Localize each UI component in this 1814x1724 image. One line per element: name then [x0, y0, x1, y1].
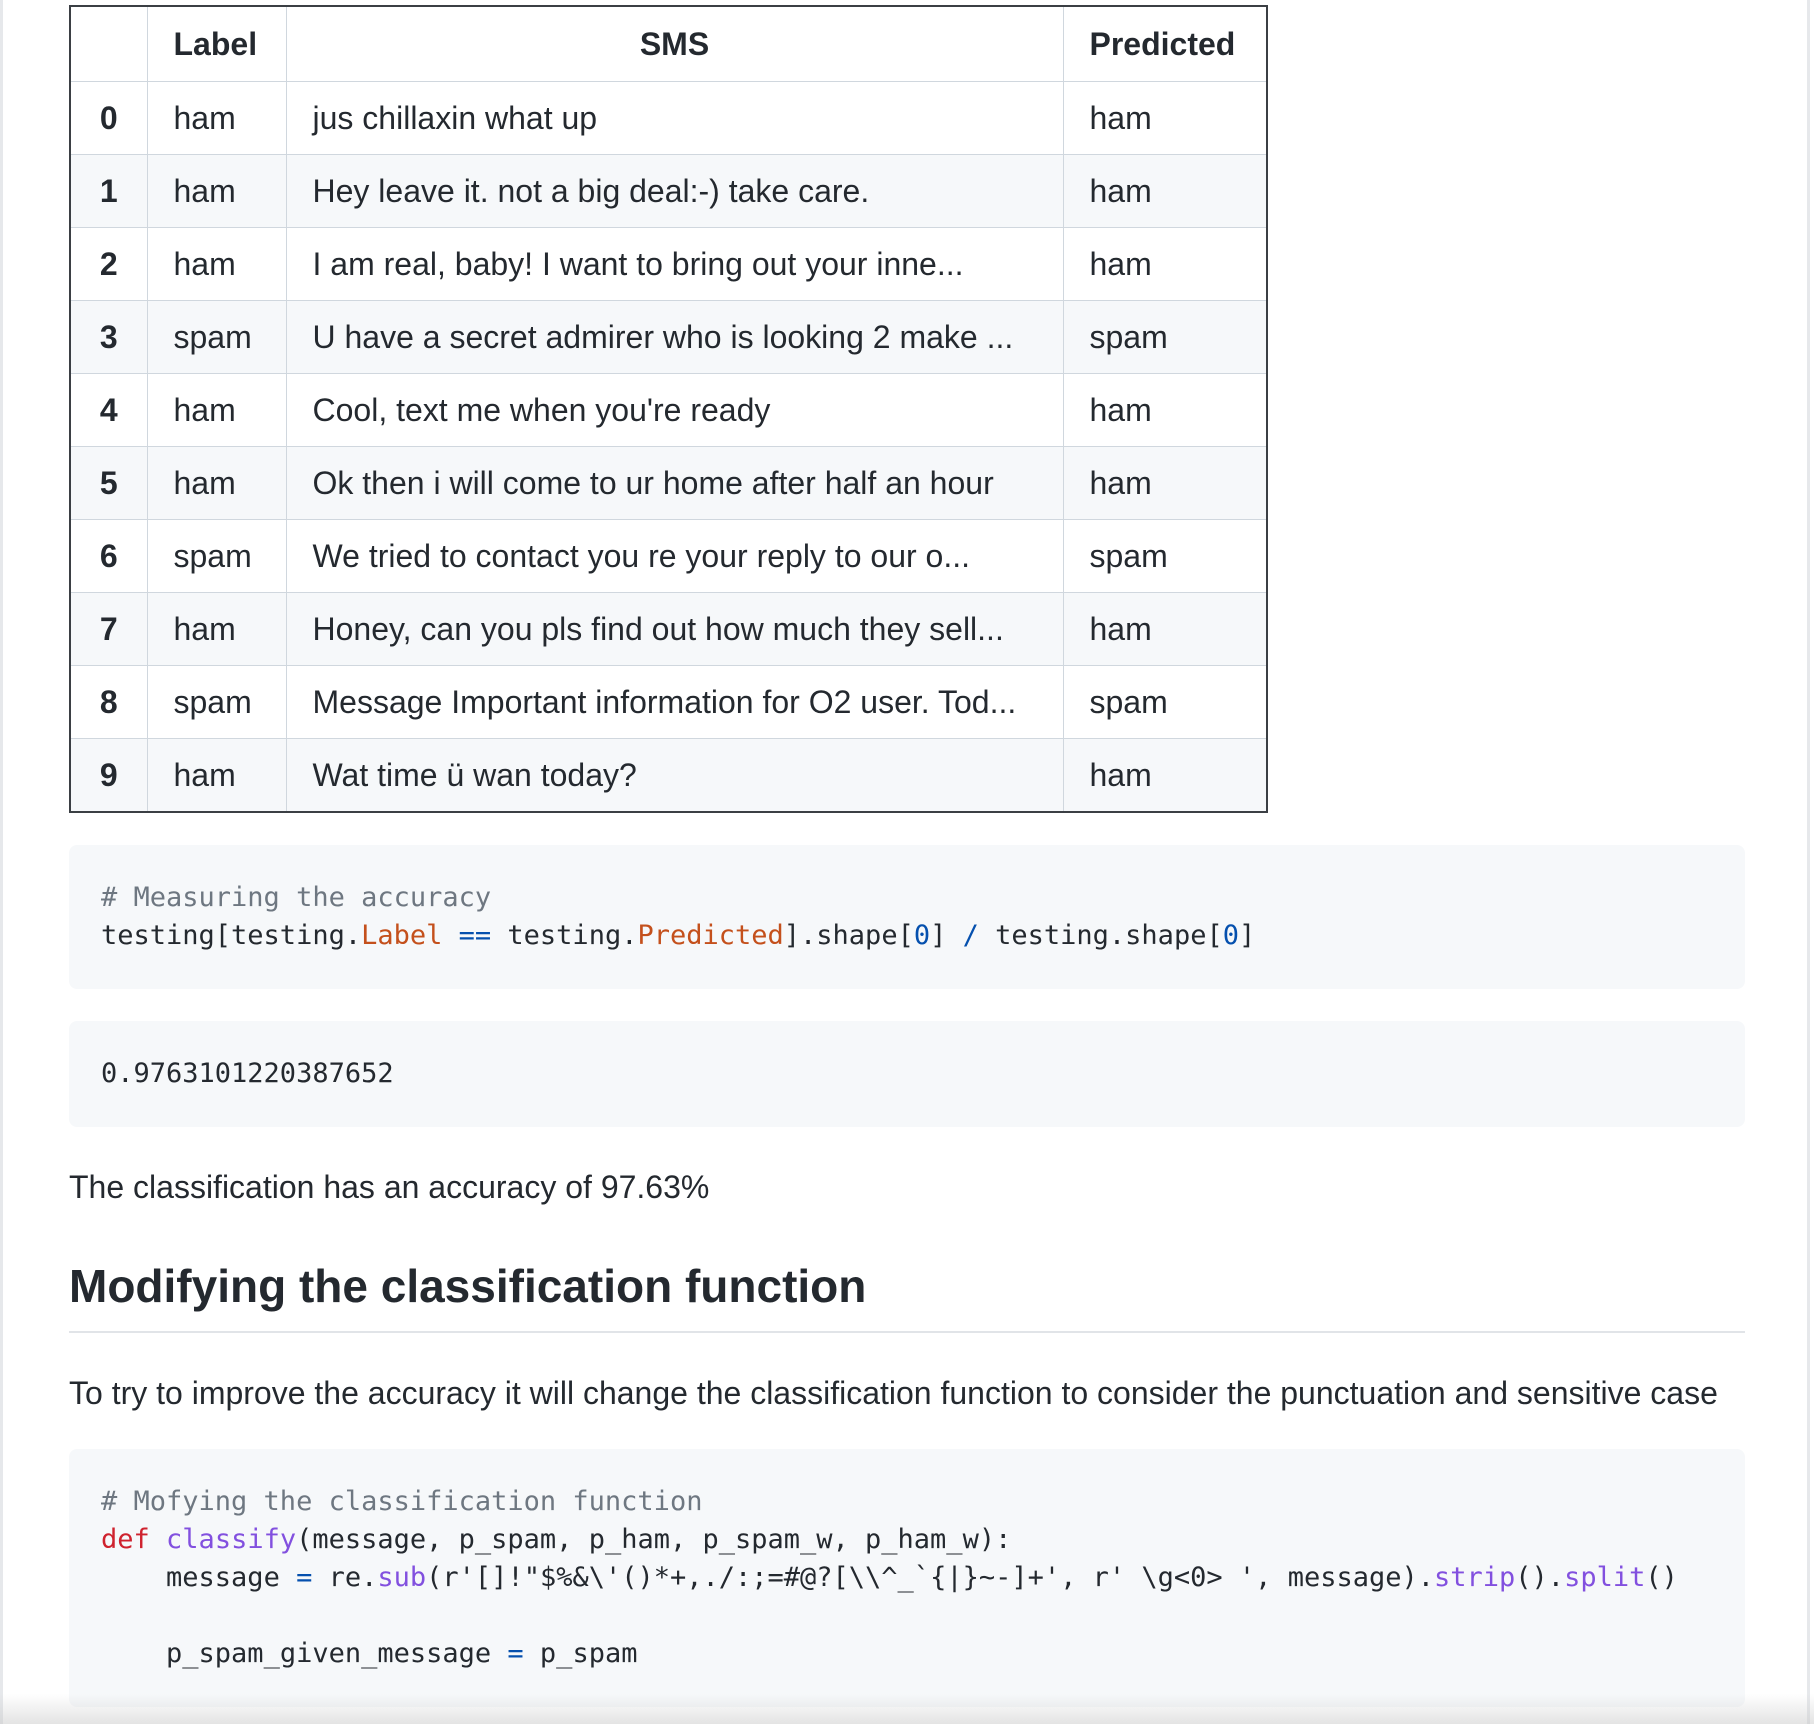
sms-cell: Ok then i will come to ur home after hal…	[285, 446, 1064, 520]
table-row: 3 spam U have a secret admirer who is look…	[69, 300, 1268, 374]
section-heading: Modifying the classification function	[69, 1257, 1745, 1333]
label-cell: spam	[146, 665, 287, 739]
predicted-cell: ham	[1062, 738, 1268, 813]
predicted-cell: spam	[1062, 665, 1268, 739]
predicted-cell: ham	[1062, 227, 1268, 301]
row-index: 5	[69, 446, 148, 520]
code-block-classify: # Mofying the classification function de…	[69, 1449, 1745, 1707]
header-index	[69, 5, 148, 82]
sms-cell: U have a secret admirer who is looking 2…	[285, 300, 1064, 374]
sms-cell: Cool, text me when you're ready	[285, 373, 1064, 447]
output-block: 0.9763101220387652	[69, 1021, 1745, 1127]
sms-cell: Hey leave it. not a big deal:-) take car…	[285, 154, 1064, 228]
label-cell: ham	[146, 446, 287, 520]
code-comment: # Measuring the accuracy	[101, 882, 492, 913]
table-row: 1 ham Hey leave it. not a big deal:-) take…	[69, 154, 1268, 228]
table-row: 7 ham Honey, can you pls find out how much…	[69, 592, 1268, 666]
code-line-assign: p_spam_given_message = p_spam	[166, 1638, 638, 1669]
sms-cell: Wat time ü wan today?	[285, 738, 1064, 813]
row-index: 6	[69, 519, 148, 593]
predicted-cell: ham	[1062, 154, 1268, 228]
predicted-cell: spam	[1062, 300, 1268, 374]
code-line: testing[testing.Label == testing.Predict…	[101, 920, 1256, 951]
table-row: 0 ham jus chillaxin what up ham	[69, 81, 1268, 155]
row-index: 4	[69, 373, 148, 447]
table-row: 6 spam We tried to contact you re your rep…	[69, 519, 1268, 593]
code-line-sub: message = re.sub(r'[]!"$%&\'()*+,./:;=#@…	[166, 1562, 1678, 1593]
output-value: 0.9763101220387652	[101, 1058, 394, 1089]
predicted-cell: ham	[1062, 81, 1268, 155]
left-border	[0, 0, 3, 1724]
header-sms: SMS	[285, 5, 1064, 82]
notebook-content: Label SMS Predicted 0 ham jus chillaxin wh…	[69, 5, 1745, 1707]
label-cell: ham	[146, 81, 287, 155]
row-index: 9	[69, 738, 148, 813]
table-row: 9 ham Wat time ü wan today? ham	[69, 738, 1268, 813]
header-label: Label	[146, 5, 287, 82]
predicted-cell: ham	[1062, 592, 1268, 666]
header-predicted: Predicted	[1062, 5, 1268, 82]
sms-cell: I am real, baby! I want to bring out you…	[285, 227, 1064, 301]
table-row: 8 spam Message Important information for O…	[69, 665, 1268, 739]
bottom-fade	[0, 1694, 1814, 1724]
predicted-cell: ham	[1062, 446, 1268, 520]
label-cell: ham	[146, 227, 287, 301]
table-row: 5 ham Ok then i will come to ur home after…	[69, 446, 1268, 520]
sms-cell: Message Important information for O2 use…	[285, 665, 1064, 739]
code-comment: # Mofying the classification function	[101, 1486, 703, 1517]
label-cell: ham	[146, 154, 287, 228]
row-index: 3	[69, 300, 148, 374]
sms-cell: jus chillaxin what up	[285, 81, 1064, 155]
row-index: 7	[69, 592, 148, 666]
sms-cell: We tried to contact you re your reply to…	[285, 519, 1064, 593]
table-row: 2 ham I am real, baby! I want to bring out…	[69, 227, 1268, 301]
scrollbar-track[interactable]	[1807, 0, 1810, 1724]
label-cell: ham	[146, 738, 287, 813]
dataframe-table: Label SMS Predicted 0 ham jus chillaxin wh…	[69, 5, 1268, 813]
accuracy-paragraph: The classification has an accuracy of 97…	[69, 1169, 710, 1205]
code-line-def: def classify(message, p_spam, p_ham, p_s…	[101, 1524, 1012, 1555]
code-block-accuracy: # Measuring the accuracy testing[testing…	[69, 845, 1745, 989]
description-paragraph: To try to improve the accuracy it will c…	[69, 1375, 1718, 1411]
label-cell: spam	[146, 300, 287, 374]
table-header-row: Label SMS Predicted	[69, 5, 1268, 82]
label-cell: ham	[146, 373, 287, 447]
row-index: 2	[69, 227, 148, 301]
table-row: 4 ham Cool, text me when you're ready ham	[69, 373, 1268, 447]
label-cell: spam	[146, 519, 287, 593]
predicted-cell: ham	[1062, 373, 1268, 447]
predicted-cell: spam	[1062, 519, 1268, 593]
sms-cell: Honey, can you pls find out how much the…	[285, 592, 1064, 666]
row-index: 0	[69, 81, 148, 155]
row-index: 8	[69, 665, 148, 739]
row-index: 1	[69, 154, 148, 228]
label-cell: ham	[146, 592, 287, 666]
